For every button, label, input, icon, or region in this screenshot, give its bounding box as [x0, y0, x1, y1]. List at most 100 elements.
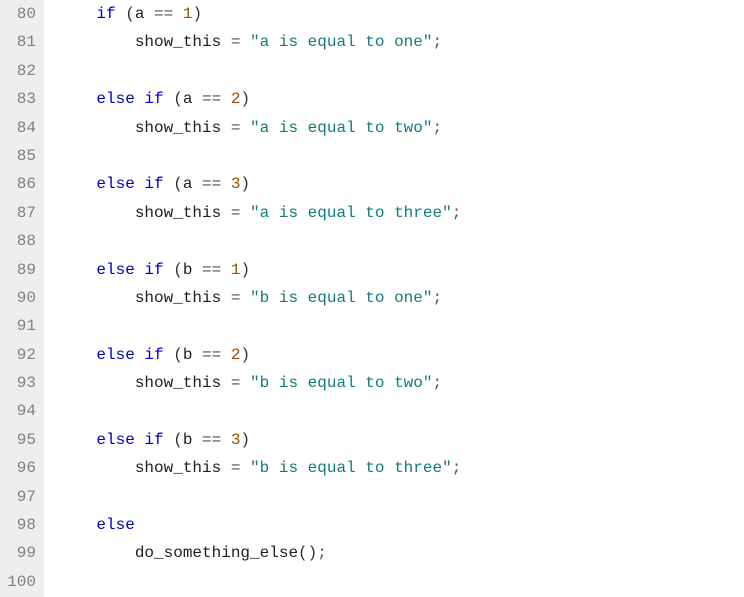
- code-token: a: [183, 175, 193, 193]
- code-token: else if: [96, 346, 163, 364]
- code-token: ;: [432, 289, 442, 307]
- code-token: do_something_else: [135, 544, 298, 562]
- code-token: [58, 90, 96, 108]
- code-token: ==: [192, 175, 230, 193]
- code-token: 3: [231, 431, 241, 449]
- code-token: else if: [96, 431, 163, 449]
- line-number: 94: [4, 397, 36, 425]
- code-token: ;: [432, 374, 442, 392]
- code-token: (: [164, 175, 183, 193]
- code-token: [58, 119, 135, 137]
- code-token: [58, 346, 96, 364]
- code-token: (: [116, 5, 135, 23]
- line-number: 90: [4, 284, 36, 312]
- code-token: 2: [231, 346, 241, 364]
- code-token: ): [240, 175, 250, 193]
- code-line[interactable]: [58, 142, 461, 170]
- code-token: else if: [96, 175, 163, 193]
- line-number: 89: [4, 256, 36, 284]
- code-token: ): [240, 90, 250, 108]
- code-token: [58, 289, 135, 307]
- code-token: ): [240, 431, 250, 449]
- code-line[interactable]: [58, 227, 461, 255]
- code-line[interactable]: show_this = "a is equal to one";: [58, 28, 461, 56]
- code-token: [58, 5, 96, 23]
- code-token: b: [183, 431, 193, 449]
- code-line[interactable]: show_this = "a is equal to three";: [58, 199, 461, 227]
- line-number: 98: [4, 511, 36, 539]
- line-number: 96: [4, 454, 36, 482]
- code-line[interactable]: show_this = "b is equal to three";: [58, 454, 461, 482]
- code-token: 1: [231, 261, 241, 279]
- code-token: [58, 204, 135, 222]
- code-token: ==: [192, 90, 230, 108]
- code-token: (): [298, 544, 317, 562]
- code-token: "a is equal to one": [250, 33, 432, 51]
- code-line[interactable]: if (a == 1): [58, 0, 461, 28]
- line-number: 87: [4, 199, 36, 227]
- line-number: 99: [4, 539, 36, 567]
- code-token: ): [192, 5, 202, 23]
- line-number-gutter: 8081828384858687888990919293949596979899…: [0, 0, 44, 597]
- code-token: [58, 33, 135, 51]
- code-token: b: [183, 346, 193, 364]
- code-token: ): [240, 346, 250, 364]
- code-line[interactable]: do_something_else();: [58, 539, 461, 567]
- code-token: ;: [317, 544, 327, 562]
- code-token: show_this: [135, 459, 221, 477]
- code-token: [58, 374, 135, 392]
- code-token: (: [164, 261, 183, 279]
- code-line[interactable]: show_this = "a is equal to two";: [58, 114, 461, 142]
- code-token: =: [221, 459, 250, 477]
- line-number: 100: [4, 568, 36, 596]
- code-token: else: [96, 516, 134, 534]
- code-line[interactable]: else if (a == 2): [58, 85, 461, 113]
- code-token: ;: [432, 119, 442, 137]
- code-line[interactable]: show_this = "b is equal to two";: [58, 369, 461, 397]
- code-line[interactable]: [58, 397, 461, 425]
- code-line[interactable]: else if (b == 2): [58, 341, 461, 369]
- code-token: [58, 544, 135, 562]
- code-token: ): [240, 261, 250, 279]
- code-line[interactable]: else if (b == 1): [58, 256, 461, 284]
- code-token: ==: [192, 431, 230, 449]
- code-line[interactable]: [58, 312, 461, 340]
- code-token: ;: [452, 204, 462, 222]
- code-token: b: [183, 261, 193, 279]
- code-token: [58, 459, 135, 477]
- code-line[interactable]: [58, 568, 461, 596]
- code-line[interactable]: else if (b == 3): [58, 426, 461, 454]
- code-token: ==: [192, 346, 230, 364]
- code-token: [58, 516, 96, 534]
- code-editor-area[interactable]: if (a == 1) show_this = "a is equal to o…: [44, 0, 461, 597]
- code-token: =: [221, 119, 250, 137]
- line-number: 92: [4, 341, 36, 369]
- code-token: show_this: [135, 374, 221, 392]
- code-line[interactable]: [58, 57, 461, 85]
- line-number: 85: [4, 142, 36, 170]
- line-number: 97: [4, 483, 36, 511]
- line-number: 83: [4, 85, 36, 113]
- line-number: 88: [4, 227, 36, 255]
- code-line[interactable]: show_this = "b is equal to one";: [58, 284, 461, 312]
- code-token: (: [164, 431, 183, 449]
- code-line[interactable]: else if (a == 3): [58, 170, 461, 198]
- line-number: 81: [4, 28, 36, 56]
- code-token: =: [221, 33, 250, 51]
- code-token: show_this: [135, 119, 221, 137]
- code-token: else if: [96, 261, 163, 279]
- code-token: =: [221, 289, 250, 307]
- code-token: "b is equal to one": [250, 289, 432, 307]
- line-number: 86: [4, 170, 36, 198]
- code-token: =: [221, 374, 250, 392]
- code-token: ;: [452, 459, 462, 477]
- code-token: ==: [144, 5, 182, 23]
- code-token: "b is equal to three": [250, 459, 452, 477]
- code-token: if: [96, 5, 115, 23]
- code-token: (: [164, 90, 183, 108]
- code-token: [58, 175, 96, 193]
- code-line[interactable]: [58, 483, 461, 511]
- code-token: 3: [231, 175, 241, 193]
- code-line[interactable]: else: [58, 511, 461, 539]
- code-token: ;: [432, 33, 442, 51]
